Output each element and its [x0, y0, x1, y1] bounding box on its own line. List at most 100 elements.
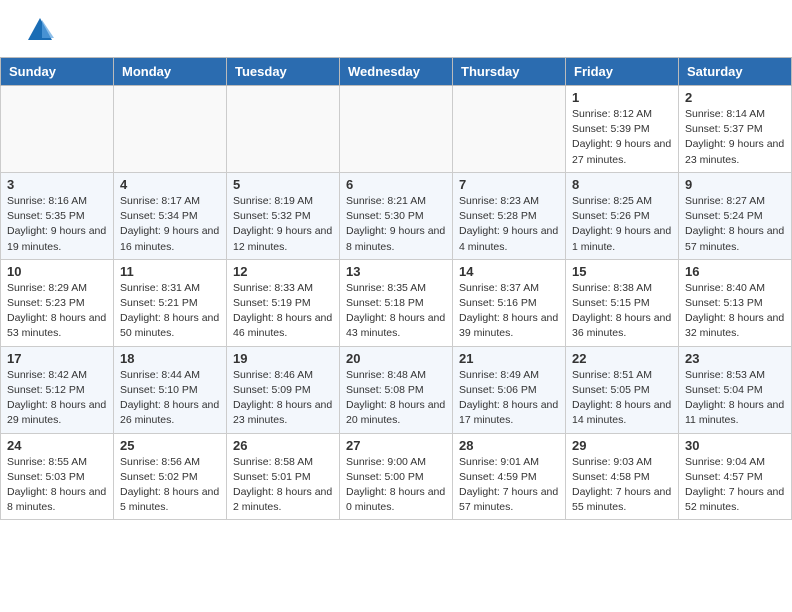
day-info: Sunrise: 8:49 AMSunset: 5:06 PMDaylight:…: [459, 368, 559, 429]
calendar-cell: 14 Sunrise: 8:37 AMSunset: 5:16 PMDayligh…: [453, 259, 566, 346]
calendar-cell: [227, 86, 340, 173]
day-number: 5: [233, 177, 333, 192]
calendar-cell: 27 Sunrise: 9:00 AMSunset: 5:00 PMDayligh…: [340, 433, 453, 520]
calendar-week-row: 17 Sunrise: 8:42 AMSunset: 5:12 PMDayligh…: [1, 346, 792, 433]
calendar-cell: 18Sunrise: 8:44 AMSunset: 5:10 PMDayligh…: [114, 346, 227, 433]
calendar-cell: 6 Sunrise: 8:21 AMSunset: 5:30 PMDaylight…: [340, 172, 453, 259]
day-number: 3: [7, 177, 107, 192]
calendar-cell: 29 Sunrise: 9:03 AMSunset: 4:58 PMDayligh…: [566, 433, 679, 520]
day-info: Sunrise: 8:25 AMSunset: 5:26 PMDaylight:…: [572, 194, 672, 255]
logo-sail-icon: [26, 16, 56, 49]
weekday-header-wednesday: Wednesday: [340, 58, 453, 86]
calendar-cell: 30Sunrise: 9:04 AMSunset: 4:57 PMDayligh…: [679, 433, 792, 520]
calendar-cell: 8 Sunrise: 8:25 AMSunset: 5:26 PMDaylight…: [566, 172, 679, 259]
day-number: 27: [346, 438, 446, 453]
day-number: 15: [572, 264, 672, 279]
day-number: 6: [346, 177, 446, 192]
weekday-header-sunday: Sunday: [1, 58, 114, 86]
day-info: Sunrise: 9:03 AMSunset: 4:58 PMDaylight:…: [572, 455, 672, 516]
calendar-cell: 17 Sunrise: 8:42 AMSunset: 5:12 PMDayligh…: [1, 346, 114, 433]
day-number: 24: [7, 438, 107, 453]
day-info: Sunrise: 9:01 AMSunset: 4:59 PMDaylight:…: [459, 455, 559, 516]
calendar-cell: 15 Sunrise: 8:38 AMSunset: 5:15 PMDayligh…: [566, 259, 679, 346]
day-number: 11: [120, 264, 220, 279]
calendar-cell: 3 Sunrise: 8:16 AMSunset: 5:35 PMDaylight…: [1, 172, 114, 259]
day-info: Sunrise: 8:51 AMSunset: 5:05 PMDaylight:…: [572, 368, 672, 429]
day-info: Sunrise: 8:12 AMSunset: 5:39 PMDaylight:…: [572, 107, 672, 168]
calendar-cell: 28 Sunrise: 9:01 AMSunset: 4:59 PMDayligh…: [453, 433, 566, 520]
calendar-cell: 13 Sunrise: 8:35 AMSunset: 5:18 PMDayligh…: [340, 259, 453, 346]
day-info: Sunrise: 8:33 AMSunset: 5:19 PMDaylight:…: [233, 281, 333, 342]
calendar-week-row: 1Sunrise: 8:12 AMSunset: 5:39 PMDaylight…: [1, 86, 792, 173]
day-info: Sunrise: 8:40 AMSunset: 5:13 PMDaylight:…: [685, 281, 785, 342]
day-number: 26: [233, 438, 333, 453]
day-info: Sunrise: 9:00 AMSunset: 5:00 PMDaylight:…: [346, 455, 446, 516]
weekday-header-saturday: Saturday: [679, 58, 792, 86]
day-number: 4: [120, 177, 220, 192]
day-number: 14: [459, 264, 559, 279]
calendar-cell: 9 Sunrise: 8:27 AMSunset: 5:24 PMDaylight…: [679, 172, 792, 259]
calendar-cell: 12 Sunrise: 8:33 AMSunset: 5:19 PMDayligh…: [227, 259, 340, 346]
calendar-cell: 26 Sunrise: 8:58 AMSunset: 5:01 PMDayligh…: [227, 433, 340, 520]
calendar-cell: 16 Sunrise: 8:40 AMSunset: 5:13 PMDayligh…: [679, 259, 792, 346]
calendar-cell: 10 Sunrise: 8:29 AMSunset: 5:23 PMDayligh…: [1, 259, 114, 346]
weekday-header-monday: Monday: [114, 58, 227, 86]
day-info: Sunrise: 8:21 AMSunset: 5:30 PMDaylight:…: [346, 194, 446, 255]
day-info: Sunrise: 8:44 AMSunset: 5:10 PMDaylight:…: [120, 368, 220, 429]
day-info: Sunrise: 8:23 AMSunset: 5:28 PMDaylight:…: [459, 194, 559, 255]
day-number: 16: [685, 264, 785, 279]
calendar-week-row: 10 Sunrise: 8:29 AMSunset: 5:23 PMDayligh…: [1, 259, 792, 346]
day-number: 9: [685, 177, 785, 192]
day-info: Sunrise: 8:58 AMSunset: 5:01 PMDaylight:…: [233, 455, 333, 516]
day-number: 17: [7, 351, 107, 366]
header: [0, 0, 792, 57]
day-info: Sunrise: 8:29 AMSunset: 5:23 PMDaylight:…: [7, 281, 107, 342]
day-info: Sunrise: 8:42 AMSunset: 5:12 PMDaylight:…: [7, 368, 107, 429]
day-number: 25: [120, 438, 220, 453]
day-info: Sunrise: 8:35 AMSunset: 5:18 PMDaylight:…: [346, 281, 446, 342]
day-number: 21: [459, 351, 559, 366]
day-info: Sunrise: 8:37 AMSunset: 5:16 PMDaylight:…: [459, 281, 559, 342]
day-info: Sunrise: 8:31 AMSunset: 5:21 PMDaylight:…: [120, 281, 220, 342]
day-info: Sunrise: 8:56 AMSunset: 5:02 PMDaylight:…: [120, 455, 220, 516]
day-info: Sunrise: 8:55 AMSunset: 5:03 PMDaylight:…: [7, 455, 107, 516]
logo: [24, 18, 56, 49]
day-number: 20: [346, 351, 446, 366]
calendar-cell: 25 Sunrise: 8:56 AMSunset: 5:02 PMDayligh…: [114, 433, 227, 520]
day-number: 12: [233, 264, 333, 279]
weekday-header-tuesday: Tuesday: [227, 58, 340, 86]
calendar-cell: 11 Sunrise: 8:31 AMSunset: 5:21 PMDayligh…: [114, 259, 227, 346]
day-number: 2: [685, 90, 785, 105]
day-number: 10: [7, 264, 107, 279]
day-info: Sunrise: 8:53 AMSunset: 5:04 PMDaylight:…: [685, 368, 785, 429]
weekday-header-row: SundayMondayTuesdayWednesdayThursdayFrid…: [1, 58, 792, 86]
calendar-cell: [114, 86, 227, 173]
day-number: 8: [572, 177, 672, 192]
day-number: 13: [346, 264, 446, 279]
calendar-cell: 19 Sunrise: 8:46 AMSunset: 5:09 PMDayligh…: [227, 346, 340, 433]
weekday-header-friday: Friday: [566, 58, 679, 86]
day-number: 22: [572, 351, 672, 366]
day-info: Sunrise: 8:16 AMSunset: 5:35 PMDaylight:…: [7, 194, 107, 255]
weekday-header-thursday: Thursday: [453, 58, 566, 86]
calendar-cell: 20Sunrise: 8:48 AMSunset: 5:08 PMDayligh…: [340, 346, 453, 433]
calendar-cell: 2Sunrise: 8:14 AMSunset: 5:37 PMDaylight…: [679, 86, 792, 173]
calendar-cell: 21 Sunrise: 8:49 AMSunset: 5:06 PMDayligh…: [453, 346, 566, 433]
day-number: 7: [459, 177, 559, 192]
day-info: Sunrise: 8:38 AMSunset: 5:15 PMDaylight:…: [572, 281, 672, 342]
day-number: 19: [233, 351, 333, 366]
day-number: 29: [572, 438, 672, 453]
calendar-week-row: 24 Sunrise: 8:55 AMSunset: 5:03 PMDayligh…: [1, 433, 792, 520]
day-info: Sunrise: 8:19 AMSunset: 5:32 PMDaylight:…: [233, 194, 333, 255]
calendar-cell: 1Sunrise: 8:12 AMSunset: 5:39 PMDaylight…: [566, 86, 679, 173]
calendar-cell: 22 Sunrise: 8:51 AMSunset: 5:05 PMDayligh…: [566, 346, 679, 433]
day-info: Sunrise: 8:46 AMSunset: 5:09 PMDaylight:…: [233, 368, 333, 429]
calendar-cell: 5 Sunrise: 8:19 AMSunset: 5:32 PMDaylight…: [227, 172, 340, 259]
day-info: Sunrise: 8:27 AMSunset: 5:24 PMDaylight:…: [685, 194, 785, 255]
calendar-cell: [340, 86, 453, 173]
calendar-cell: 7 Sunrise: 8:23 AMSunset: 5:28 PMDaylight…: [453, 172, 566, 259]
day-info: Sunrise: 9:04 AMSunset: 4:57 PMDaylight:…: [685, 455, 785, 516]
calendar-cell: 4Sunrise: 8:17 AMSunset: 5:34 PMDaylight…: [114, 172, 227, 259]
day-number: 23: [685, 351, 785, 366]
day-number: 28: [459, 438, 559, 453]
